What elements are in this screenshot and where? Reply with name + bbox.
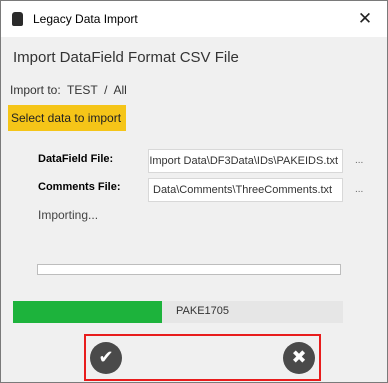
app-icon: [12, 12, 23, 26]
comments-browse-button[interactable]: ...: [355, 184, 363, 195]
close-button[interactable]: ✕: [343, 1, 387, 37]
status-text: Importing...: [38, 208, 99, 222]
cancel-button[interactable]: ✖: [283, 342, 315, 374]
confirm-button[interactable]: ✔: [90, 342, 122, 374]
comments-file-label: Comments File:: [38, 181, 121, 193]
datafield-browse-button[interactable]: ...: [355, 155, 363, 166]
window-title: Legacy Data Import: [33, 12, 138, 26]
import-dialog: Legacy Data Import ✕ Import DataField Fo…: [0, 0, 388, 383]
item-progress-bar: PAKE1705: [13, 301, 343, 323]
import-to-label: Import to:: [10, 83, 61, 97]
x-icon: ✖: [291, 347, 307, 368]
datafield-file-input[interactable]: Import Data\DF3Data\IDs\PAKEIDS.txt: [148, 149, 343, 173]
import-target: Import to: TEST / All: [10, 83, 127, 97]
datafield-file-label: DataField File:: [38, 153, 114, 165]
item-progress-label: PAKE1705: [176, 305, 230, 317]
import-to-value: TEST / All: [67, 83, 127, 97]
check-icon: ✔: [98, 347, 114, 368]
select-data-button[interactable]: Select data to import: [8, 105, 126, 131]
item-progress-fill: [13, 301, 162, 323]
dialog-header: Import DataField Format CSV File: [13, 49, 239, 66]
overall-progress-bar: [37, 264, 341, 275]
action-buttons-group: ✔ ✖: [84, 334, 321, 381]
title-bar: Legacy Data Import ✕: [1, 1, 387, 37]
comments-file-input[interactable]: Data\Comments\ThreeComments.txt: [148, 178, 343, 202]
